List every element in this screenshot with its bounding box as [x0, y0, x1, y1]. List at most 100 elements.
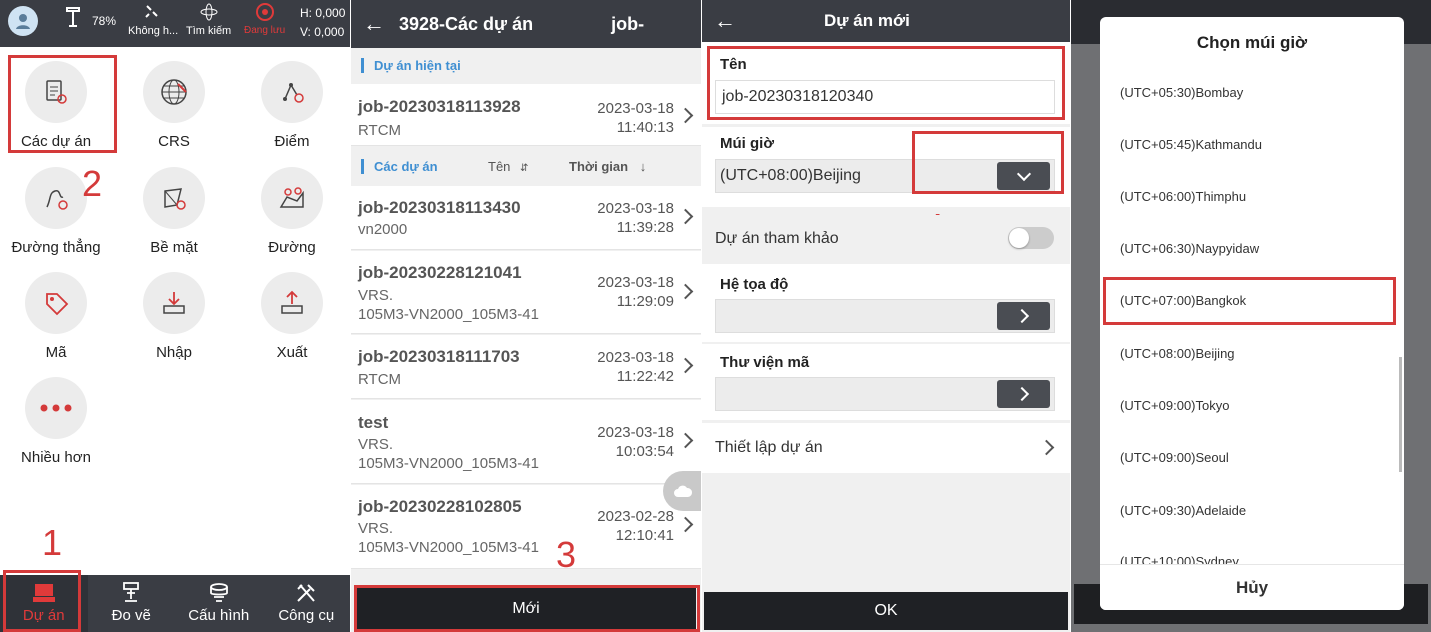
tile-codes[interactable]: Mã [1, 272, 111, 361]
record-icon[interactable] [256, 3, 274, 21]
nav-projects[interactable]: Dự án [0, 575, 88, 632]
tile-projects[interactable]: Các dự án [1, 61, 111, 150]
project-icon [25, 61, 87, 123]
reference-project-row: Dự án tham khảo [702, 215, 1070, 261]
project-date: 2023-02-28 [597, 508, 674, 525]
chevron-right-icon [677, 107, 694, 124]
timezone-dropdown-button[interactable] [997, 162, 1050, 190]
chevron-right-icon [677, 283, 694, 300]
h-value: H: 0,000 [300, 6, 346, 20]
crs-open-button[interactable] [997, 302, 1050, 330]
projects-header: ← 3928-Các dự án job- [351, 0, 701, 48]
timezone-option[interactable]: (UTC+06:00)Thimphu [1120, 189, 1246, 204]
atom-icon [200, 3, 218, 26]
new-button-label: Mới [512, 600, 540, 617]
cloud-icon [674, 485, 693, 497]
page-title-right: job- [611, 13, 645, 34]
project-subtitle-2: 105M3-VN2000_105M3-41 [358, 306, 539, 323]
timezone-dialog: Chọn múi giờ (UTC+05:30)Bombay (UTC+05:4… [1100, 17, 1404, 610]
project-subtitle: RTCM [358, 371, 402, 388]
project-name: test [358, 413, 389, 432]
current-project-row[interactable]: job-20230318113928 RTCM 2023-03-18 11:40… [351, 84, 701, 146]
code-library-open-button[interactable] [997, 380, 1050, 408]
tools-icon [263, 581, 351, 605]
timezone-option[interactable]: (UTC+05:30)Bombay [1120, 85, 1243, 100]
back-arrow-icon[interactable]: ← [363, 11, 385, 37]
tile-export[interactable]: Xuất [237, 272, 347, 361]
tile-label: Bề mặt [150, 239, 198, 256]
status-bar: 78% Không h... Tìm kiếm Đang lưu H: 0,00… [0, 0, 350, 47]
back-arrow-icon[interactable]: ← [714, 8, 736, 34]
project-name: job-20230228121041 [358, 263, 522, 282]
project-subtitle: VRS. [358, 520, 394, 537]
tile-label: Các dự án [20, 133, 92, 150]
crs-label: Hệ tọa độ [720, 276, 789, 293]
new-project-button[interactable]: Mới [356, 588, 696, 630]
avatar[interactable] [8, 6, 38, 36]
config-icon [175, 581, 263, 605]
timezone-option[interactable]: (UTC+09:30)Adelaide [1120, 503, 1246, 518]
tile-label: Nhập [156, 344, 192, 361]
project-time: 11:39:28 [616, 219, 674, 236]
project-date: 2023-03-18 [597, 100, 674, 117]
timezone-option[interactable]: (UTC+09:00)Tokyo [1120, 398, 1229, 413]
project-subtitle: VRS. [358, 287, 394, 304]
tile-more[interactable]: Nhiều hơn [1, 377, 111, 466]
tile-label: Xuất [276, 344, 308, 361]
project-row[interactable]: job-20230318111703 RTCM 2023-03-18 11:22… [351, 335, 701, 399]
cancel-button[interactable]: Hủy [1100, 565, 1404, 610]
step-number-1: 1 [42, 522, 63, 563]
tile-surface[interactable]: Bề mặt [119, 167, 229, 256]
tile-label: CRS [158, 133, 190, 150]
cloud-sync-button[interactable] [663, 471, 701, 511]
sort-by-time[interactable]: Thời gian ↓ [569, 159, 646, 174]
nav-config[interactable]: Cấu hình [175, 575, 263, 632]
project-subtitle: VRS. [358, 436, 394, 453]
tile-crs[interactable]: CRS [119, 61, 229, 150]
sort-by-name[interactable]: Tên ⇵ [488, 159, 528, 174]
timezone-option[interactable]: (UTC+05:45)Kathmandu [1120, 137, 1262, 152]
more-icon [25, 377, 87, 439]
chevron-right-icon [677, 357, 694, 374]
ok-button[interactable]: OK [704, 592, 1068, 630]
project-subtitle: vn2000 [358, 221, 408, 238]
timezone-label: Múi giờ [720, 135, 774, 152]
project-date: 2023-03-18 [597, 200, 674, 217]
project-settings-label: Thiết lập dự án [715, 439, 823, 456]
project-row[interactable]: job-20230228121041 VRS. 105M3-VN2000_105… [351, 251, 701, 334]
nav-label: Cấu hình [188, 607, 250, 624]
page-title: 3928-Các dự án [399, 13, 534, 34]
ok-button-label: OK [874, 602, 898, 619]
reference-project-toggle[interactable] [1008, 227, 1054, 249]
project-subtitle-2: 105M3-VN2000_105M3-41 [358, 455, 539, 472]
timezone-list-scrollbar[interactable] [1399, 357, 1402, 472]
project-subtitle-2: 105M3-VN2000_105M3-41 [358, 539, 539, 556]
timezone-option[interactable]: (UTC+09:00)Seoul [1120, 450, 1229, 465]
project-row[interactable]: test VRS. 105M3-VN2000_105M3-41 2023-03-… [351, 400, 701, 484]
tile-import[interactable]: Nhập [119, 272, 229, 361]
code-library-label: Thư viện mã [720, 354, 810, 371]
timezone-option[interactable]: (UTC+08:00)Beijing [1120, 346, 1235, 361]
tile-label: Đường [268, 239, 316, 256]
record-status: Đang lưu [244, 25, 286, 36]
nav-tools[interactable]: Công cụ [263, 575, 351, 632]
timezone-option-selected[interactable]: (UTC+07:00)Bangkok [1120, 293, 1246, 308]
chevron-right-icon [1014, 308, 1029, 324]
tile-points[interactable]: Điểm [237, 61, 347, 150]
timezone-option[interactable]: (UTC+06:30)Naypyidaw [1120, 241, 1259, 256]
signal-status: Không h... [128, 25, 179, 37]
tile-roads[interactable]: Đường [237, 167, 347, 256]
project-row[interactable]: job-20230228102805 VRS. 105M3-VN2000_105… [351, 485, 701, 569]
project-time: 11:40:13 [616, 119, 674, 136]
project-row[interactable]: job-20230318113430 vn2000 2023-03-18 11:… [351, 186, 701, 250]
project-name-input[interactable]: job-20230318120340 [715, 80, 1055, 114]
nav-label: Dự án [22, 607, 65, 624]
step-number-3: 3 [556, 534, 577, 575]
project-name: job-20230318111703 [358, 347, 520, 366]
new-project-header: ← Dự án mới [702, 0, 1070, 42]
nav-label: Công cụ [278, 607, 335, 624]
nav-survey[interactable]: Đo vẽ [88, 575, 176, 632]
bottom-nav: Dự án Đo vẽ Cấu hình Công cụ [0, 575, 350, 632]
search-status: Tìm kiếm [186, 25, 232, 37]
project-settings-row[interactable]: Thiết lập dự án [702, 423, 1070, 473]
